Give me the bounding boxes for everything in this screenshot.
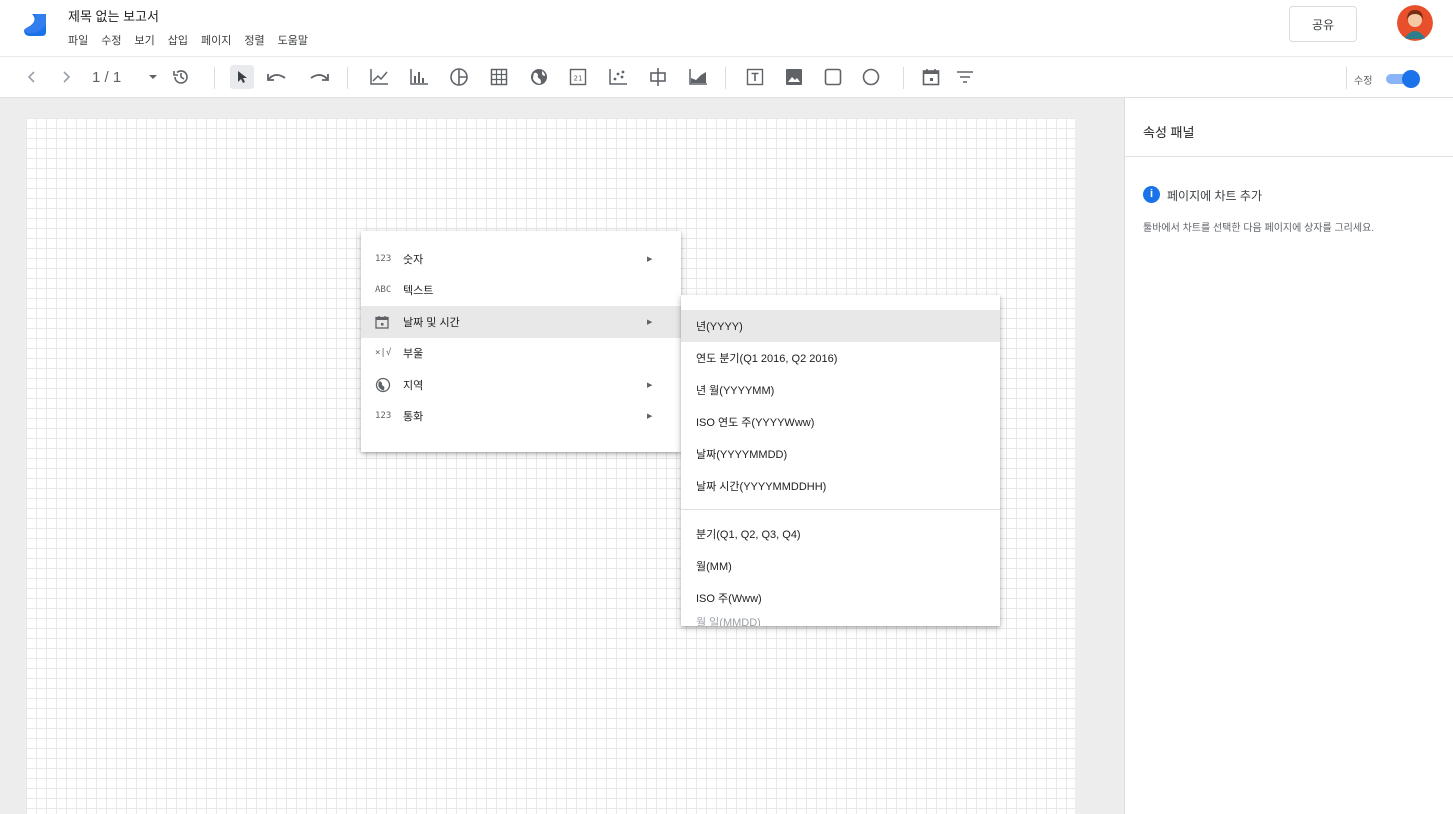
- edit-mode-toggle[interactable]: [1386, 70, 1422, 88]
- history-icon[interactable]: [170, 65, 192, 89]
- menu-item-year[interactable]: 년(YYYY): [681, 310, 1000, 342]
- avatar[interactable]: [1397, 5, 1433, 41]
- menu-edit[interactable]: 수정: [101, 32, 121, 48]
- toolbar-divider: [214, 67, 215, 89]
- toolbar-divider: [903, 67, 904, 89]
- report-title[interactable]: 제목 없는 보고서: [68, 6, 159, 25]
- select-cursor-icon[interactable]: [230, 65, 254, 89]
- caret-down-icon[interactable]: [146, 65, 160, 89]
- menu-help[interactable]: 도움말: [278, 32, 308, 48]
- info-body: 툴바에서 차트를 선택한 다음 페이지에 상자를 그리세요.: [1143, 223, 1375, 234]
- menubar: 파일 수정 보기 삽입 페이지 정렬 도움말: [68, 32, 308, 48]
- toolbar-divider: [1346, 67, 1347, 89]
- menu-item-text[interactable]: ABC 텍스트: [361, 275, 681, 307]
- menu-item-label: 년(YYYY): [696, 321, 743, 333]
- number-type-icon: 123: [375, 253, 392, 264]
- menu-item-currency[interactable]: 123 통화 ▶: [361, 401, 681, 433]
- svg-text:21: 21: [574, 75, 583, 83]
- scorecard-icon[interactable]: 21: [567, 65, 589, 89]
- chevron-right-icon[interactable]: [58, 65, 74, 89]
- chevron-left-icon[interactable]: [24, 65, 40, 89]
- date-format-submenu: 년(YYYY) 연도 분기(Q1 2016, Q2 2016) 년 월(YYYY…: [681, 295, 1000, 626]
- menu-item-month-day[interactable]: 월 일(MMDD): [681, 614, 1000, 626]
- menu-file[interactable]: 파일: [68, 32, 88, 48]
- submenu-arrow-icon: ▶: [647, 381, 653, 389]
- bullet-chart-icon[interactable]: [647, 65, 669, 89]
- text-box-icon[interactable]: [744, 65, 766, 89]
- submenu-arrow-icon: ▶: [647, 318, 653, 326]
- menu-item-iso-week[interactable]: ISO 주(Www): [681, 582, 1000, 614]
- rectangle-icon[interactable]: [822, 65, 844, 89]
- menu-item-label: ISO 주(Www): [696, 593, 762, 605]
- menu-view[interactable]: 보기: [135, 32, 155, 48]
- page-indicator[interactable]: 1 / 1: [92, 69, 121, 86]
- toolbar-divider: [347, 67, 348, 89]
- currency-type-icon: 123: [375, 411, 392, 422]
- menu-item-number[interactable]: 123 숫자 ▶: [361, 243, 681, 275]
- properties-panel: 속성 패널 i 페이지에 차트 추가 툴바에서 차트를 선택한 다음 페이지에 …: [1124, 98, 1453, 814]
- menu-item-label: 날짜(YYYYMMDD): [696, 449, 788, 461]
- edit-mode-label: 수정: [1354, 76, 1373, 87]
- menu-item-label: 숫자: [403, 253, 424, 266]
- submenu-arrow-icon: ▶: [647, 413, 653, 421]
- circle-icon[interactable]: [860, 65, 882, 89]
- time-series-chart-icon[interactable]: [368, 65, 390, 89]
- bar-chart-icon[interactable]: [408, 65, 430, 89]
- menu-item-date-time[interactable]: 날짜 및 시간 ▶: [361, 306, 681, 338]
- menu-item-label: 날짜 및 시간: [403, 316, 460, 329]
- menu-item-label: 월(MM): [696, 561, 732, 573]
- panel-title: 속성 패널: [1143, 125, 1195, 140]
- undo-icon[interactable]: [264, 65, 288, 89]
- menu-item-label: 년 월(YYYYMM): [696, 385, 775, 397]
- menu-item-iso-year-week[interactable]: ISO 연도 주(YYYYWww): [681, 406, 1000, 438]
- info-heading: 페이지에 차트 추가: [1167, 189, 1262, 203]
- geo-map-icon[interactable]: [528, 65, 550, 89]
- menu-arrange[interactable]: 정렬: [244, 32, 264, 48]
- pie-chart-icon[interactable]: [448, 65, 470, 89]
- menu-item-label: 부울: [403, 348, 424, 361]
- menu-item-label: 지역: [403, 379, 424, 392]
- area-chart-icon[interactable]: [687, 65, 709, 89]
- calendar-icon: [375, 315, 399, 329]
- field-type-menu: 123 숫자 ▶ ABC 텍스트 날짜 및 시간 ▶ ×|√ 부울 지역 ▶ 1…: [361, 231, 681, 452]
- menu-item-label: 날짜 시간(YYYYMMDDHH): [696, 481, 827, 493]
- submenu-arrow-icon: ▶: [647, 255, 653, 263]
- image-icon[interactable]: [783, 65, 805, 89]
- menu-item-label: ISO 연도 주(YYYYWww): [696, 417, 815, 429]
- menu-item-label: 텍스트: [403, 285, 434, 298]
- text-type-icon: ABC: [375, 285, 392, 296]
- menu-insert[interactable]: 삽입: [168, 32, 188, 48]
- menu-item-date-hour[interactable]: 날짜 시간(YYYYMMDDHH): [681, 470, 1000, 502]
- toggle-knob: [1402, 70, 1420, 88]
- menu-item-label: 통화: [403, 411, 424, 424]
- menu-divider: [681, 509, 1000, 510]
- menu-page[interactable]: 페이지: [201, 32, 231, 48]
- info-icon: i: [1143, 186, 1160, 203]
- menu-item-label: 분기(Q1, Q2, Q3, Q4): [696, 529, 801, 541]
- toolbar: 1 / 1 21 수정: [0, 56, 1453, 98]
- menu-item-geo[interactable]: 지역 ▶: [361, 369, 681, 401]
- filter-control-icon[interactable]: [954, 65, 976, 89]
- panel-divider: [1125, 156, 1453, 157]
- menu-item-year-month[interactable]: 년 월(YYYYMM): [681, 374, 1000, 406]
- menu-item-month[interactable]: 월(MM): [681, 550, 1000, 582]
- menu-item-year-quarter[interactable]: 연도 분기(Q1 2016, Q2 2016): [681, 342, 1000, 374]
- menu-item-quarter[interactable]: 분기(Q1, Q2, Q3, Q4): [681, 518, 1000, 550]
- share-button[interactable]: 공유: [1289, 6, 1357, 42]
- menu-item-label: 월 일(MMDD): [696, 617, 761, 626]
- app-header: 제목 없는 보고서 파일 수정 보기 삽입 페이지 정렬 도움말 공유: [0, 0, 1453, 56]
- table-icon[interactable]: [488, 65, 510, 89]
- menu-item-date[interactable]: 날짜(YYYYMMDD): [681, 438, 1000, 470]
- toolbar-divider: [725, 67, 726, 89]
- menu-item-boolean[interactable]: ×|√ 부울: [361, 338, 681, 370]
- data-studio-logo-icon[interactable]: [22, 12, 48, 38]
- menu-item-label: 연도 분기(Q1 2016, Q2 2016): [696, 353, 838, 365]
- globe-icon: [375, 377, 399, 393]
- date-range-icon[interactable]: [920, 65, 942, 89]
- boolean-type-icon: ×|√: [375, 348, 392, 359]
- redo-icon[interactable]: [308, 65, 332, 89]
- scatter-chart-icon[interactable]: [607, 65, 629, 89]
